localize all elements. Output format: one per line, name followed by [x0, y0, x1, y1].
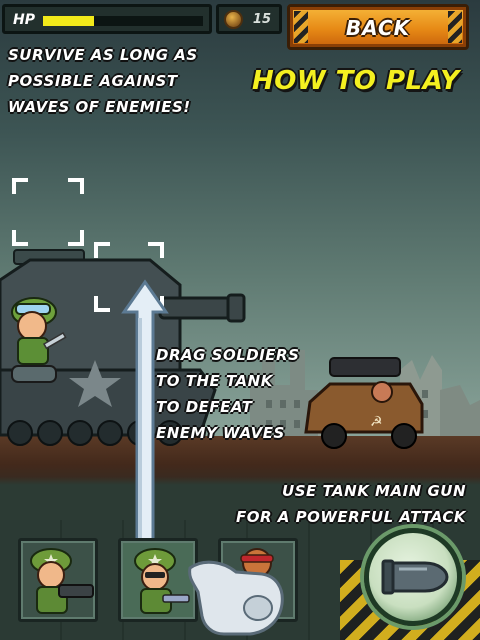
pointing-hand-icon: [188, 560, 284, 636]
back-button[interactable]: BACK: [287, 4, 469, 50]
corner-bracket: [94, 242, 110, 258]
instruction-line: DRAG SOLDIERS: [156, 346, 300, 364]
bazooka-soldier-icon: [30, 548, 94, 614]
mechanic-soldier: [11, 297, 67, 383]
corner-bracket: [12, 178, 28, 194]
back-button-label: BACK: [345, 16, 411, 40]
game-scene: ☭ HP 15 BACK SURVIVE AS LONG AS POSSIBLE…: [0, 0, 480, 640]
intro-line: POSSIBLE AGAINST: [8, 72, 178, 90]
hp-label: HP: [13, 12, 35, 28]
coin-icon: [224, 10, 243, 29]
drag-instructions: DRAG SOLDIERS TO THE TANK TO DEFEAT ENEM…: [156, 342, 316, 446]
enemy-rocket-truck: ☭: [304, 357, 424, 449]
instruction-line: TO THE TANK: [156, 372, 273, 390]
main-gun-button[interactable]: [364, 528, 462, 626]
coin-count: 15: [252, 12, 271, 27]
instruction-line: USE TANK MAIN GUN: [282, 482, 466, 500]
intro-line: WAVES OF ENEMIES!: [8, 98, 191, 116]
page-title: HOW TO PLAY: [252, 66, 460, 96]
gun-instructions: USE TANK MAIN GUN FOR A POWERFUL ATTACK: [226, 478, 466, 530]
bazooka-soldier-card[interactable]: [18, 538, 98, 622]
hp-bar: [43, 16, 203, 26]
corner-bracket: [94, 296, 110, 312]
corner-bracket: [68, 178, 84, 194]
coin-panel: 15: [216, 4, 282, 34]
corner-bracket: [148, 242, 164, 258]
svg-text:☭: ☭: [370, 414, 383, 430]
hp-bar-fill: [43, 16, 95, 26]
intro-text: SURVIVE AS LONG AS POSSIBLE AGAINST WAVE…: [8, 42, 248, 120]
instruction-line: ENEMY WAVES: [156, 424, 285, 442]
corner-bracket: [12, 230, 28, 246]
instruction-line: TO DEFEAT: [156, 398, 253, 416]
instruction-line: FOR A POWERFUL ATTACK: [236, 508, 466, 526]
corner-bracket: [68, 230, 84, 246]
tank-shell-icon: [381, 559, 449, 595]
hp-panel: HP: [2, 4, 212, 34]
intro-line: SURVIVE AS LONG AS: [8, 46, 198, 64]
